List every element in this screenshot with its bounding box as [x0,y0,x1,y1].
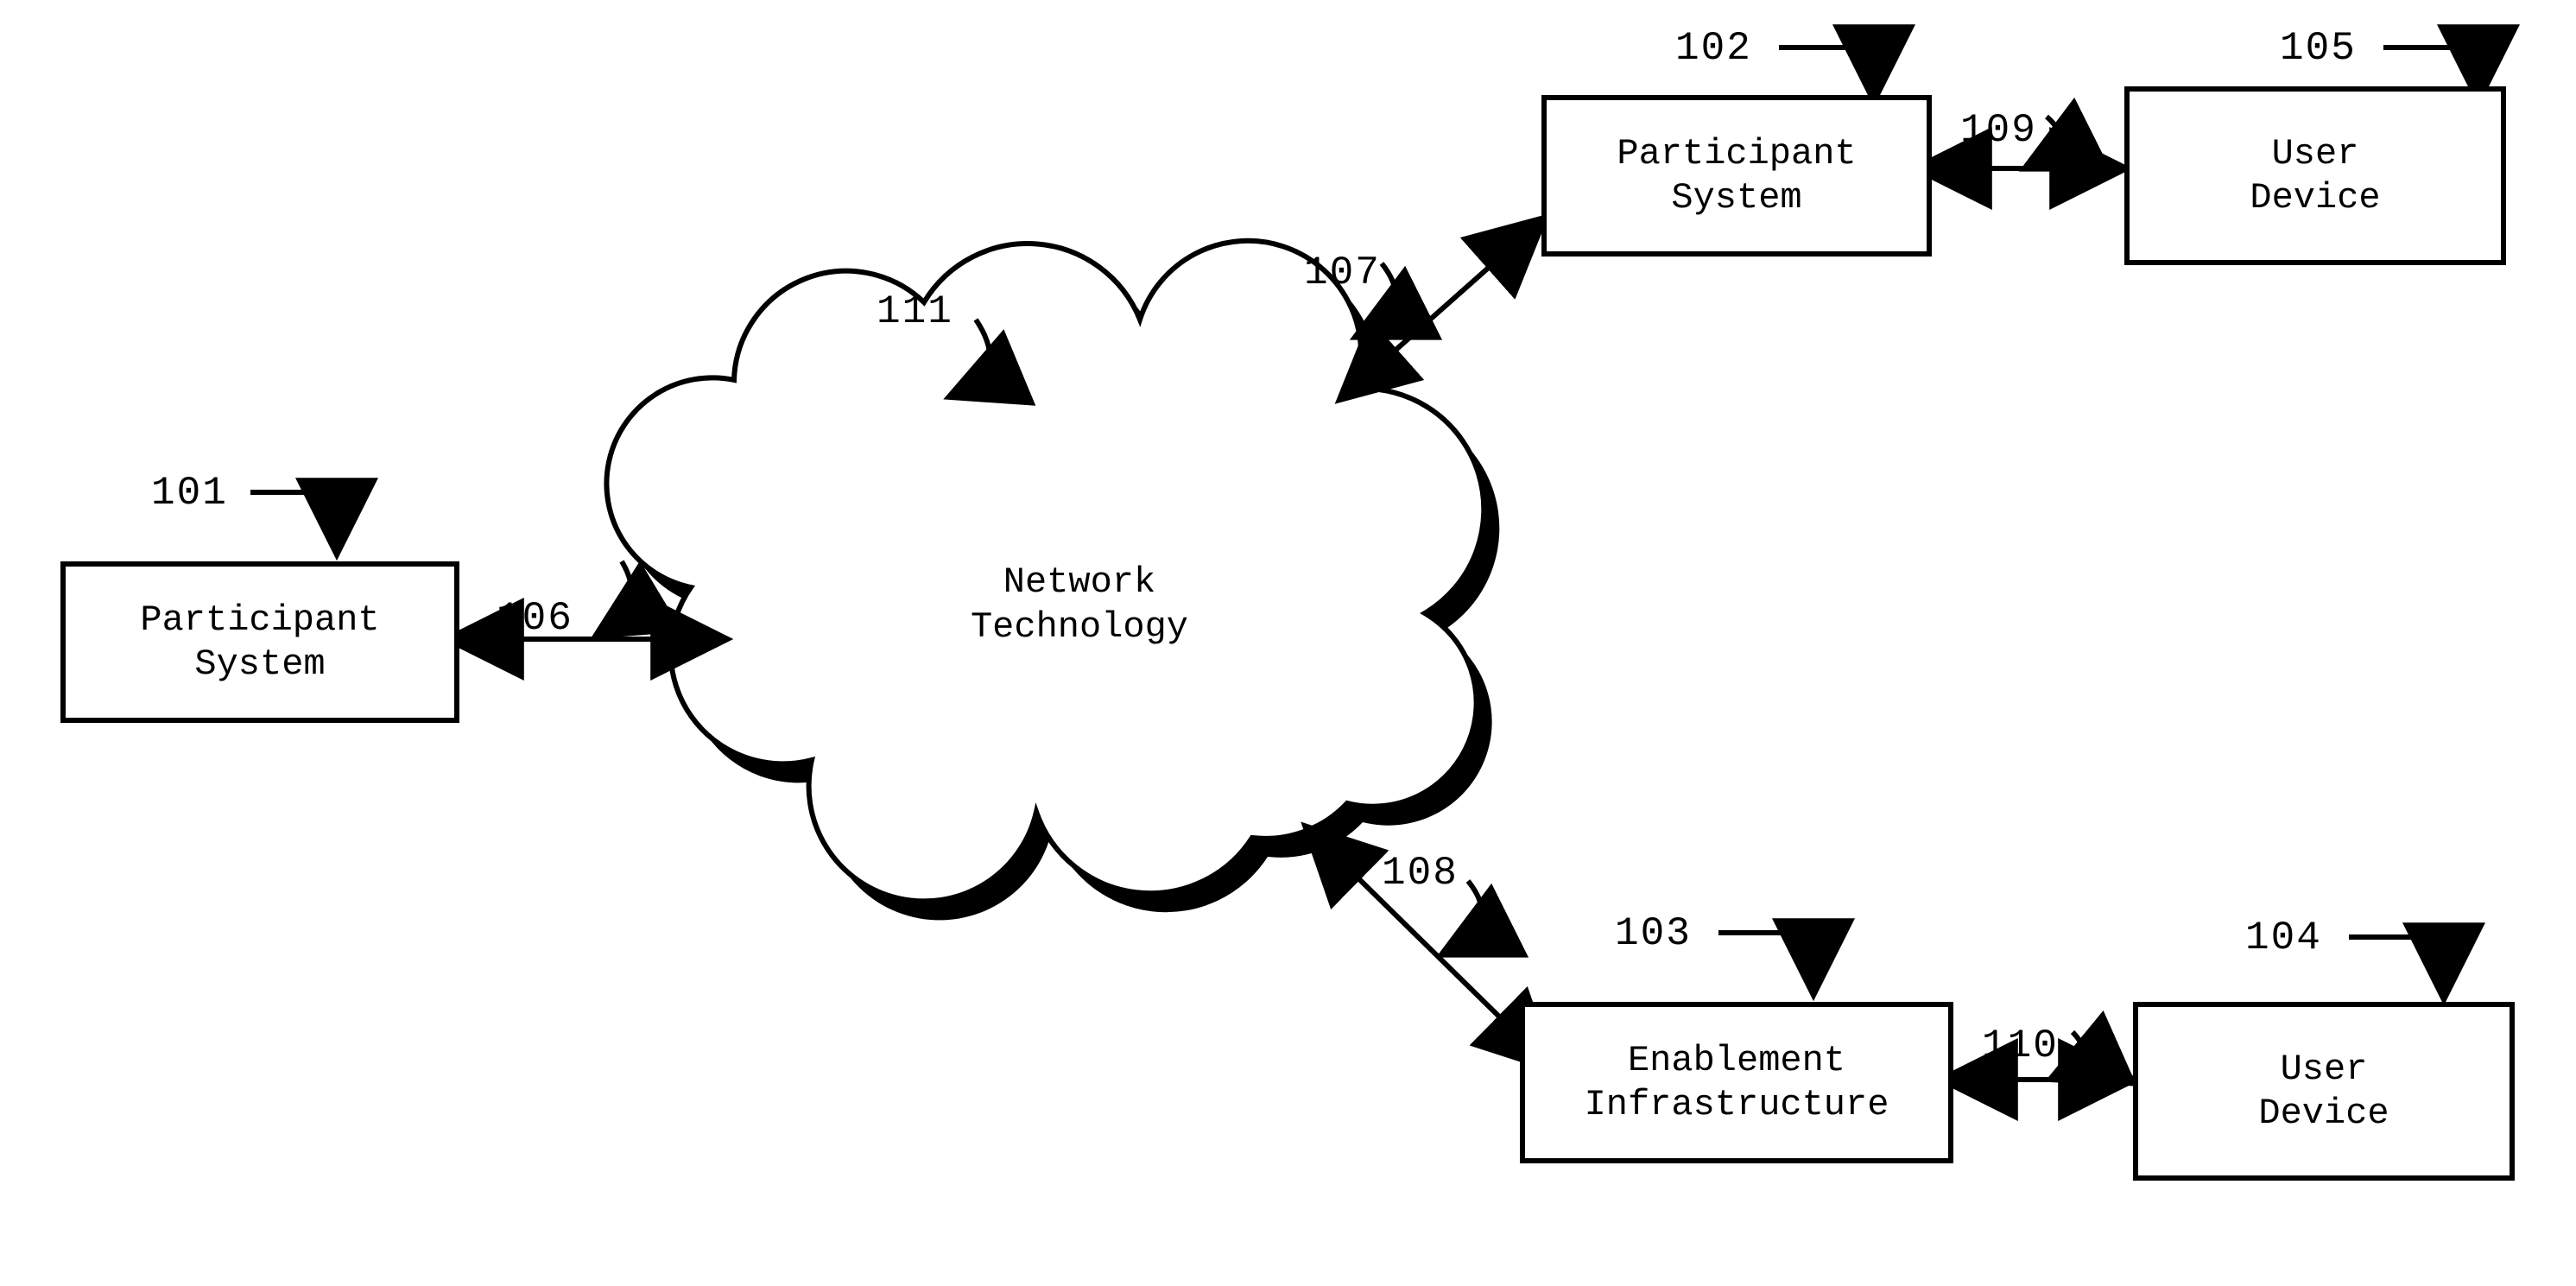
ref-109: 109 [1960,108,2037,153]
node-label-line1: Participant [1617,132,1856,175]
node-label-line2: Device [2258,1092,2389,1135]
node-user-device-bottom: User Device [2133,1002,2515,1181]
node-user-device-top: User Device [2124,86,2506,265]
ref-107: 107 [1304,250,1381,295]
ref-108: 108 [1382,851,1459,896]
node-participant-system-left: Participant System [60,561,459,723]
node-label-line2: Device [2250,176,2380,219]
node-participant-system-right: Participant System [1541,95,1932,257]
ref-106: 106 [497,596,573,641]
ref-105: 105 [2280,26,2357,71]
node-enablement-infrastructure: Enablement Infrastructure [1520,1002,1953,1163]
ref-101: 101 [151,471,228,516]
node-label-line1: Participant [140,599,379,642]
ref-111: 111 [877,289,953,334]
node-label-line2: System [1671,176,1801,219]
node-label-line2: Infrastructure [1585,1083,1889,1126]
ref-110: 110 [1982,1023,2059,1068]
node-label-line1: Enablement [1628,1039,1845,1082]
ref-103: 103 [1615,911,1692,956]
diagram-stage: Participant System Participant System Us… [0,0,2576,1286]
node-label-line1: User [2272,132,2359,175]
node-label-line1: User [2281,1048,2368,1091]
ref-102: 102 [1675,26,1752,71]
node-cloud: Network Technology [777,432,1382,777]
cloud-label-line1: Network [971,560,1188,605]
cloud-label-line2: Technology [971,605,1188,650]
node-label-line2: System [194,643,325,686]
ref-104: 104 [2245,915,2322,960]
